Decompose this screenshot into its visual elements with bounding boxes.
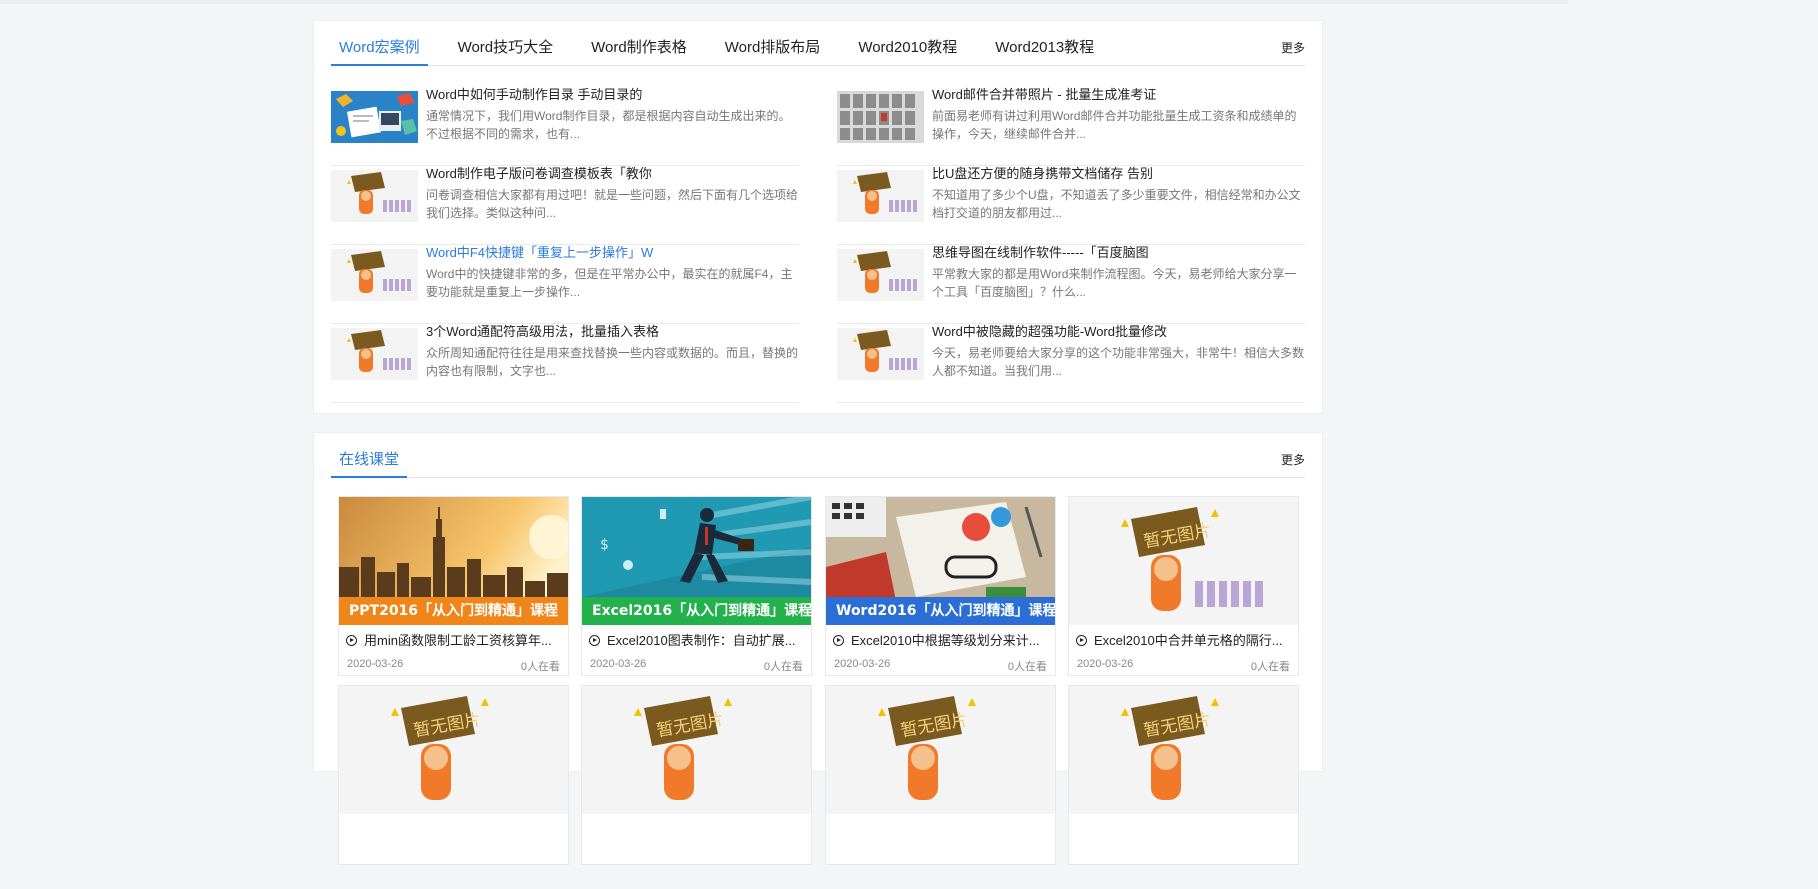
course-band-label: Excel2016「从入门到精通」课程 [582,597,811,625]
office-desk-icon: Word2016「从入门到精通」课程 [826,497,1055,625]
course-card[interactable]: PPT2016「从入门到精通」课程 用min函数限制工龄工资核算年... 202… [338,496,569,676]
course-band-label: PPT2016「从入门到精通」课程 [339,597,568,625]
article-desc: 众所周知通配符往往是用来查找替换一些内容或数据的。而且，替换的内容也有限制，文字… [426,346,799,378]
course-title[interactable]: Excel2010中根据等级划分来计... [833,633,1049,649]
no-image-placeholder-icon: 暂无图片 [826,686,1055,814]
photo-grid-icon[interactable] [837,91,924,143]
list-item[interactable]: 3个Word通配符高级用法，批量插入表格 众所周知通配符往往是用来查找替换一些内… [331,324,799,403]
article-desc: 今天，易老师要给大家分享的这个功能非常强大，非常牛！相信大多数人都不知道。当我们… [932,346,1305,378]
list-item[interactable]: 思维导图在线制作软件-----「百度脑图 平常教大家的都是用Word来制作流程图… [837,245,1305,324]
article-title[interactable]: 3个Word通配符高级用法，批量插入表格 [426,324,799,340]
course-title[interactable]: 用min函数限制工龄工资核算年... [346,633,562,649]
word-articles-panel: Word宏案例 Word技巧大全 Word制作表格 Word排版布局 Word2… [313,20,1323,414]
more-link[interactable]: 更多 [1281,451,1305,468]
workspace-illustration-icon[interactable] [331,91,418,143]
city-skyline-icon: PPT2016「从入门到精通」课程 [339,497,568,625]
course-date: 2020-03-26 [347,658,404,670]
course-card[interactable]: Word2016「从入门到精通」课程 Excel2010中根据等级划分来计...… [825,496,1056,676]
no-image-placeholder-icon: 暂无图片 [1069,497,1298,625]
list-item[interactable]: Word制作电子版问卷调查模板表「教你 问卷调查相信大家都有用过吧！就是一些问题… [331,166,799,245]
article-title[interactable]: Word中被隐藏的超强功能-Word批量修改 [932,324,1305,340]
course-title-text: Excel2010图表制作：自动扩展... [607,633,796,648]
course-card[interactable]: $ Excel2016「从入门到精通」课程 Excel2010图表制作：自动扩展… [581,496,812,676]
play-icon [589,635,600,646]
course-tabs: 在线课堂 [331,451,1305,478]
course-date: 2020-03-26 [1077,658,1134,670]
no-image-placeholder-icon[interactable] [331,170,418,222]
course-card[interactable]: 暂无图片 [825,685,1056,865]
list-item[interactable]: Word中被隐藏的超强功能-Word批量修改 今天，易老师要给大家分享的这个功能… [837,324,1305,403]
article-title[interactable]: Word中如何手动制作目录 手动目录的 [426,87,799,103]
top-band [0,0,1568,4]
course-title[interactable]: Excel2010中合并单元格的隔行... [1076,633,1292,649]
no-image-placeholder-icon[interactable] [331,249,418,301]
no-image-placeholder-icon[interactable] [837,249,924,301]
course-title-text: 用min函数限制工龄工资核算年... [364,633,552,648]
course-card[interactable]: 暂无图片 [338,685,569,865]
article-list-left: Word中如何手动制作目录 手动目录的 通常情况下，我们用Word制作目录，都是… [331,87,799,403]
article-title[interactable]: Word制作电子版问卷调查模板表「教你 [426,166,799,182]
svg-text:$: $ [600,537,609,553]
article-title[interactable]: Word邮件合并带照片 - 批量生成准考证 [932,87,1305,103]
online-courses-panel: 在线课堂 更多 PPT2016「从入门到精通」课程 用min函数限制工龄工资核算… [313,432,1323,865]
course-views: 0人在看 [763,661,803,673]
course-date: 2020-03-26 [834,658,891,670]
tab-word-macro-cases[interactable]: Word宏案例 [331,39,428,66]
article-desc: 平常教大家的都是用Word来制作流程图。今天，易老师给大家分享一个工具「百度脑图… [932,267,1297,299]
play-icon [346,635,357,646]
course-title-text: Excel2010中根据等级划分来计... [851,633,1040,648]
article-desc: Word中的快捷键非常的多，但是在平常办公中，最实在的就属F4，主要功能就是重复… [426,267,793,299]
course-band-label: Word2016「从入门到精通」课程 [826,597,1055,625]
course-views: 0人在看 [1007,661,1047,673]
running-businessman-icon: $ Excel2016「从入门到精通」课程 [582,497,811,625]
course-views: 0人在看 [1250,661,1290,673]
no-image-placeholder-icon[interactable] [331,328,418,380]
tab-word-layout[interactable]: Word排版布局 [717,39,829,66]
no-image-placeholder-icon: 暂无图片 [582,686,811,814]
article-desc: 前面易老师有讲过利用Word邮件合并功能批量生成工资条和成绩单的操作，今天，继续… [932,109,1297,141]
course-title[interactable]: Excel2010图表制作：自动扩展... [589,633,805,649]
course-title-text: Excel2010中合并单元格的隔行... [1094,633,1283,648]
tab-word2013-tutorial[interactable]: Word2013教程 [987,39,1102,66]
tab-online-classroom[interactable]: 在线课堂 [331,451,408,478]
course-card[interactable]: 暂无图片 [581,685,812,865]
course-card[interactable]: 暂无图片 Excel2010中合并单元格的隔行... 2020-03-26 0人… [1068,496,1299,676]
tab-word-tips[interactable]: Word技巧大全 [450,39,562,66]
tab-word-tables[interactable]: Word制作表格 [583,39,695,66]
no-image-placeholder-icon[interactable] [837,328,924,380]
no-image-placeholder-icon: 暂无图片 [339,686,568,814]
course-card[interactable]: 暂无图片 [1068,685,1299,865]
article-desc: 通常情况下，我们用Word制作目录，都是根据内容自动生成出来的。不过根据不同的需… [426,109,791,141]
list-item[interactable]: Word中F4快捷键「重复上一步操作」W Word中的快捷键非常的多，但是在平常… [331,245,799,324]
article-title[interactable]: 思维导图在线制作软件-----「百度脑图 [932,245,1305,261]
article-desc: 不知道用了多少个U盘，不知道丢了多少重要文件，相信经常和办公文档打交道的朋友都用… [932,188,1301,220]
tab-word2010-tutorial[interactable]: Word2010教程 [850,39,965,66]
more-link[interactable]: 更多 [1281,39,1305,56]
no-image-placeholder-icon: 暂无图片 [1069,686,1298,814]
list-item[interactable]: Word中如何手动制作目录 手动目录的 通常情况下，我们用Word制作目录，都是… [331,87,799,166]
list-item[interactable]: 比U盘还方便的随身携带文档储存 告别 不知道用了多少个U盘，不知道丢了多少重要文… [837,166,1305,245]
course-date: 2020-03-26 [590,658,647,670]
article-desc: 问卷调查相信大家都有用过吧！就是一些问题，然后下面有几个选项给我们选择。类似这种… [426,188,799,220]
article-list-right: Word邮件合并带照片 - 批量生成准考证 前面易老师有讲过利用Word邮件合并… [837,87,1305,403]
article-title[interactable]: Word中F4快捷键「重复上一步操作」W [426,245,799,261]
play-icon [833,635,844,646]
article-title[interactable]: 比U盘还方便的随身携带文档储存 告别 [932,166,1305,182]
word-category-tabs: Word宏案例 Word技巧大全 Word制作表格 Word排版布局 Word2… [331,39,1305,66]
play-icon [1076,635,1087,646]
no-image-placeholder-icon[interactable] [837,170,924,222]
course-views: 0人在看 [520,661,560,673]
list-item[interactable]: Word邮件合并带照片 - 批量生成准考证 前面易老师有讲过利用Word邮件合并… [837,87,1305,166]
